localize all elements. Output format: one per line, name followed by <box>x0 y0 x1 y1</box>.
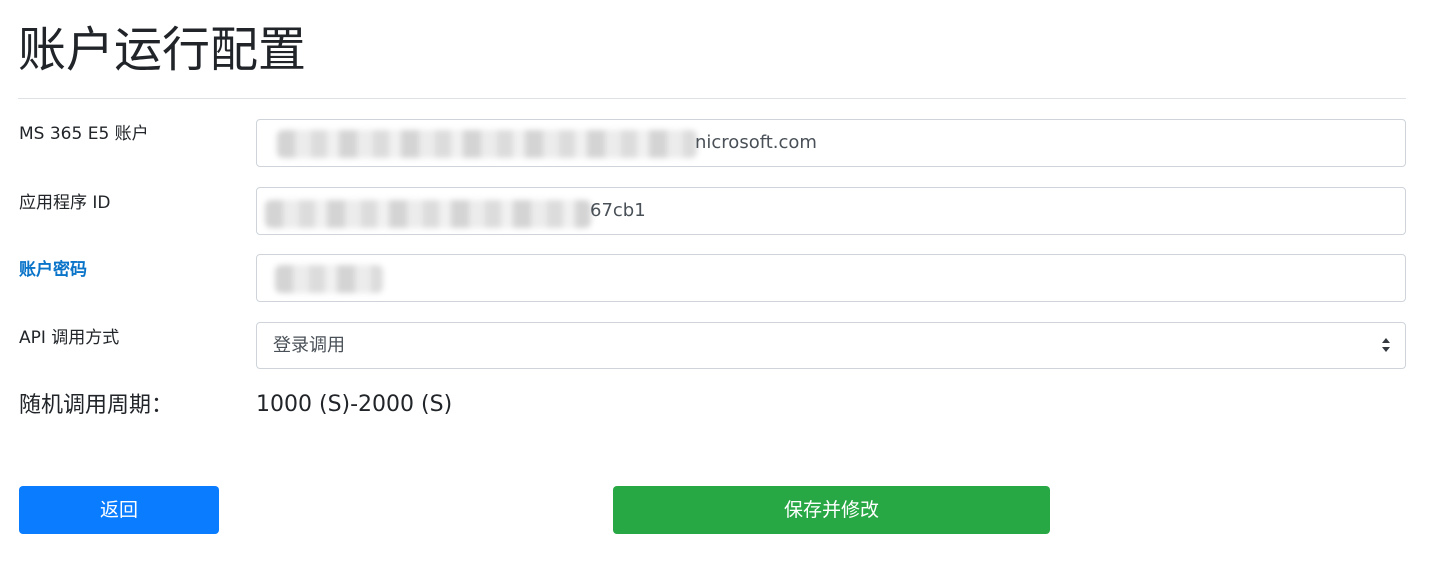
account-label: MS 365 E5 账户 <box>19 124 149 144</box>
period-value: 1000 (S)-2000 (S) <box>256 392 453 417</box>
account-field[interactable]: nicrosoft.com <box>256 119 1406 167</box>
app-id-label: 应用程序 ID <box>19 193 111 213</box>
app-id-field[interactable]: 67cb1 <box>256 187 1406 235</box>
account-value: nicrosoft.com <box>695 132 817 153</box>
redacted-mask <box>275 265 383 293</box>
api-method-label: API 调用方式 <box>19 328 120 348</box>
title-divider <box>18 98 1406 99</box>
select-arrows-icon <box>1382 338 1390 352</box>
password-label: 账户密码 <box>19 260 87 280</box>
app-id-value: 67cb1 <box>590 200 646 221</box>
period-label: 随机调用周期： <box>19 393 174 418</box>
redacted-mask <box>265 200 591 228</box>
page-title: 账户运行配置 <box>18 22 307 78</box>
password-field[interactable] <box>256 254 1406 302</box>
api-method-selected: 登录调用 <box>273 335 345 356</box>
save-button[interactable]: 保存并修改 <box>613 486 1050 534</box>
api-method-select[interactable]: 登录调用 <box>256 322 1406 369</box>
redacted-mask <box>277 130 697 158</box>
back-button[interactable]: 返回 <box>19 486 219 534</box>
